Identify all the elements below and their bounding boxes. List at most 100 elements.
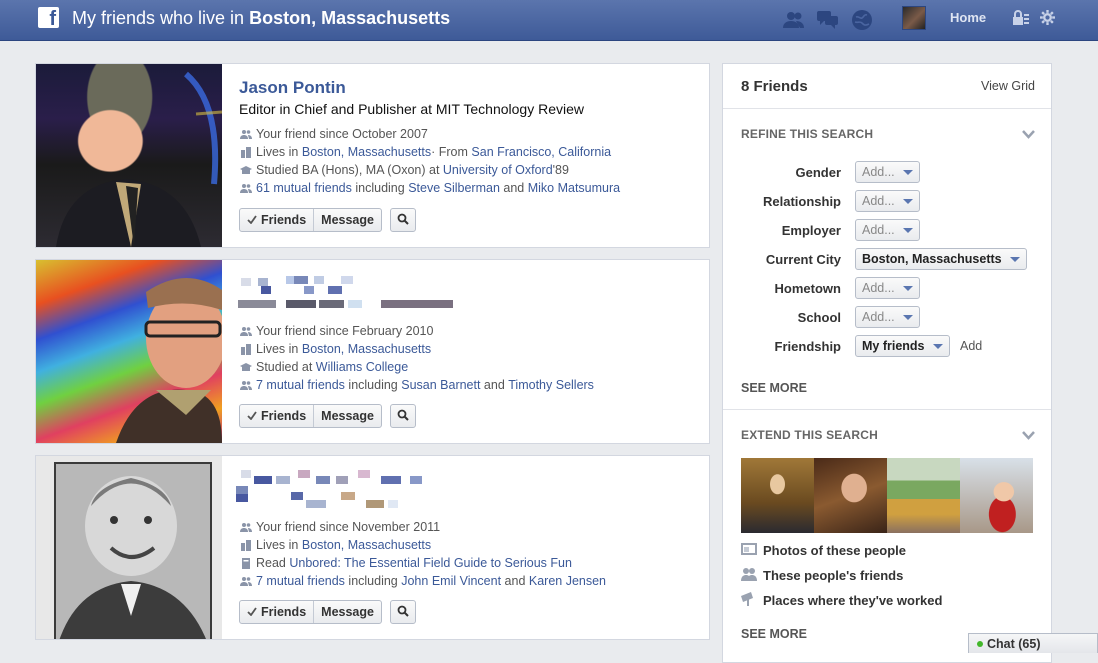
message-button[interactable]: Message bbox=[313, 601, 381, 623]
mutual-and: and bbox=[499, 181, 528, 195]
photo-art bbox=[54, 462, 212, 639]
see-more-link[interactable]: SEE MORE bbox=[741, 627, 807, 641]
study-prefix: Studied at bbox=[256, 360, 313, 374]
caret-down-icon bbox=[902, 314, 913, 320]
school-dropdown[interactable]: Add... bbox=[855, 306, 920, 328]
profile-photo[interactable] bbox=[36, 260, 222, 443]
filter-employer: Employer Add... bbox=[723, 219, 1053, 243]
mutual-friend-link[interactable]: Steve Silberman bbox=[408, 179, 500, 197]
dropdown-value: Add... bbox=[862, 310, 895, 324]
hometown-link[interactable]: San Francisco, California bbox=[471, 143, 611, 161]
lives-in-city-link[interactable]: Boston, Massachusetts bbox=[302, 340, 431, 358]
chevron-down-icon[interactable] bbox=[1022, 128, 1035, 142]
school-link[interactable]: University of Oxford bbox=[443, 161, 553, 179]
search-icon bbox=[397, 605, 409, 620]
settings-icon[interactable] bbox=[1040, 10, 1055, 28]
lives-in-city-link[interactable]: Boston, Massachusetts bbox=[302, 143, 431, 161]
mutual-friend-link[interactable]: Timothy Sellers bbox=[508, 376, 594, 394]
home-link[interactable]: Home bbox=[950, 10, 986, 25]
dropdown-value: Add... bbox=[862, 223, 895, 237]
photo-strip[interactable] bbox=[741, 458, 1033, 533]
school-link[interactable]: Williams College bbox=[316, 358, 408, 376]
result-card: Your friend since November 2011 Lives in… bbox=[35, 455, 710, 640]
mutual-friends-line: 7 mutual friends including John Emil Vin… bbox=[239, 572, 699, 590]
profile-photo[interactable] bbox=[36, 64, 222, 247]
chevron-down-icon[interactable] bbox=[1022, 429, 1035, 443]
mutual-friends-icon bbox=[239, 183, 252, 193]
mutual-friend-link[interactable]: Karen Jensen bbox=[529, 572, 606, 590]
facebook-logo[interactable]: f bbox=[38, 7, 59, 28]
mutual-friend-link[interactable]: Susan Barnett bbox=[401, 376, 480, 394]
mutual-friends-icon bbox=[239, 380, 252, 390]
mutual-friends-link[interactable]: 7 mutual friends bbox=[256, 376, 345, 394]
see-more-link[interactable]: SEE MORE bbox=[741, 381, 807, 395]
friends-button[interactable]: Friends bbox=[240, 209, 313, 231]
result-card: Your friend since February 2010 Lives in… bbox=[35, 259, 710, 444]
people-icon bbox=[741, 567, 757, 584]
photo-art bbox=[116, 277, 222, 443]
page-title-place: Boston, Massachusetts bbox=[249, 8, 451, 28]
check-icon bbox=[247, 601, 257, 623]
result-info: Jason Pontin Editor in Chief and Publish… bbox=[239, 78, 699, 197]
notifications-icon[interactable] bbox=[850, 8, 874, 32]
friend-name[interactable]: Jason Pontin bbox=[239, 78, 699, 98]
search-button[interactable] bbox=[389, 208, 416, 232]
profile-photo[interactable] bbox=[36, 456, 222, 639]
result-info: Your friend since November 2011 Lives in… bbox=[239, 518, 699, 590]
friends-button[interactable]: Friends bbox=[240, 405, 313, 427]
people-friends-link[interactable]: These people's friends bbox=[741, 567, 903, 584]
strip-photo bbox=[741, 458, 814, 533]
photos-of-people-link[interactable]: Photos of these people bbox=[741, 542, 906, 559]
message-button[interactable]: Message bbox=[313, 405, 381, 427]
chat-bar[interactable]: Chat (65) bbox=[968, 633, 1098, 653]
friends-icon bbox=[239, 522, 252, 532]
hometown-dropdown[interactable]: Add... bbox=[855, 277, 920, 299]
result-info: Your friend since February 2010 Lives in… bbox=[239, 322, 699, 394]
friends-icon bbox=[239, 326, 252, 336]
book-line: Read Unbored: The Essential Field Guide … bbox=[239, 554, 699, 572]
lives-in-city-link[interactable]: Boston, Massachusetts bbox=[302, 536, 431, 554]
from-prefix: · From bbox=[431, 145, 468, 159]
photos-icon bbox=[741, 542, 757, 559]
friend-requests-icon[interactable] bbox=[782, 8, 806, 32]
places-worked-link[interactable]: Places where they've worked bbox=[741, 592, 942, 609]
friendship-add-link[interactable]: Add bbox=[960, 339, 982, 353]
message-button[interactable]: Message bbox=[313, 209, 381, 231]
city-icon bbox=[239, 343, 252, 355]
places-icon bbox=[741, 592, 757, 609]
current-city-dropdown[interactable]: Boston, Massachusetts bbox=[855, 248, 1027, 270]
friendship-dropdown[interactable]: My friends bbox=[855, 335, 950, 357]
gender-dropdown[interactable]: Add... bbox=[855, 161, 920, 183]
view-grid-link[interactable]: View Grid bbox=[981, 79, 1035, 93]
lives-in-prefix: Lives in bbox=[256, 145, 299, 159]
privacy-icon[interactable] bbox=[1012, 10, 1030, 29]
caret-down-icon bbox=[902, 169, 913, 175]
employer-dropdown[interactable]: Add... bbox=[855, 219, 920, 241]
friend-since-line: Your friend since February 2010 bbox=[239, 322, 699, 340]
mutual-friends-link[interactable]: 61 mutual friends bbox=[256, 179, 352, 197]
mutual-friend-link[interactable]: Miko Matsumura bbox=[528, 179, 620, 197]
user-avatar[interactable] bbox=[902, 6, 926, 30]
mutual-friends-line: 7 mutual friends including Susan Barnett… bbox=[239, 376, 699, 394]
friends-button[interactable]: Friends bbox=[240, 601, 313, 623]
mutual-and: and bbox=[501, 574, 529, 588]
book-link[interactable]: Unbored: The Essential Field Guide to Se… bbox=[289, 554, 572, 572]
mutual-friend-link[interactable]: John Emil Vincent bbox=[401, 572, 501, 590]
search-button[interactable] bbox=[389, 404, 416, 428]
search-button[interactable] bbox=[389, 600, 416, 624]
mutual-friends-link[interactable]: 7 mutual friends bbox=[256, 572, 345, 590]
filter-relationship: Relationship Add... bbox=[723, 190, 1053, 214]
education-line: Studied at Williams College bbox=[239, 358, 699, 376]
messages-icon[interactable] bbox=[816, 8, 840, 32]
action-buttons: Friends Message bbox=[239, 404, 439, 428]
friends-button-label: Friends bbox=[261, 409, 307, 423]
school-icon bbox=[239, 362, 252, 372]
jewel-icons bbox=[782, 8, 874, 32]
filter-school: School Add... bbox=[723, 306, 1053, 330]
search-icon bbox=[397, 213, 409, 228]
mutual-including: including bbox=[344, 378, 402, 392]
education-line: Studied BA (Hons), MA (Oxon) at Universi… bbox=[239, 161, 699, 179]
study-prefix: Studied BA (Hons), MA (Oxon) at bbox=[256, 163, 440, 177]
lives-in-prefix: Lives in bbox=[256, 538, 299, 552]
relationship-dropdown[interactable]: Add... bbox=[855, 190, 920, 212]
